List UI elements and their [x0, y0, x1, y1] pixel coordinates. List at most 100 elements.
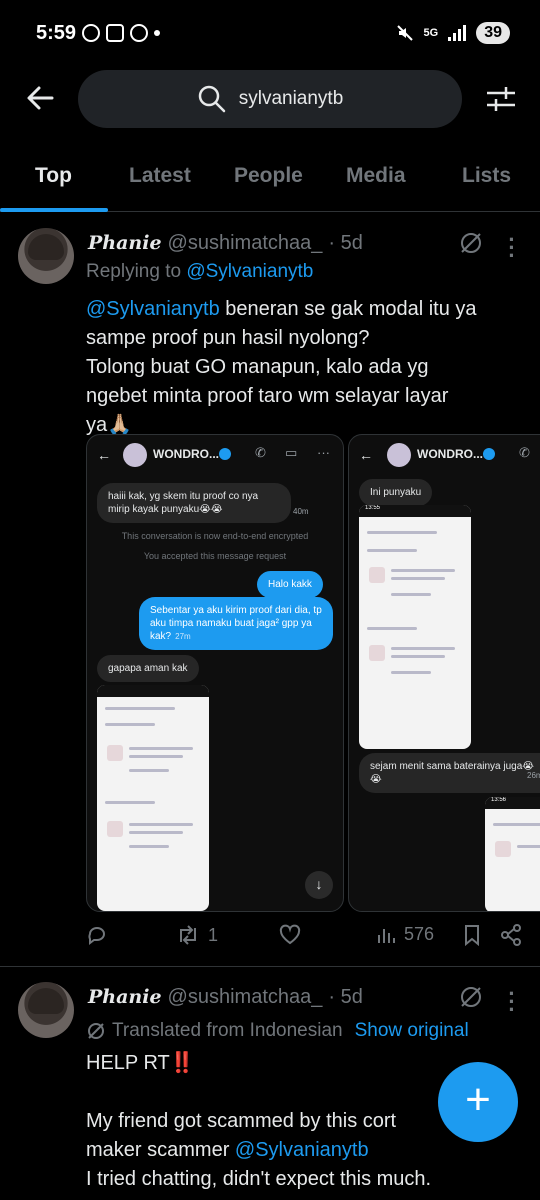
sync-icon	[130, 24, 148, 42]
system-indicators: 5G 39	[396, 22, 510, 44]
embedded-text-line	[391, 569, 455, 572]
tab-people[interactable]: People	[234, 164, 303, 188]
share-icon[interactable]	[500, 924, 522, 946]
embedded-text-line	[129, 769, 169, 772]
tweet-header: Phanie @sushimatchaa_ · 5d	[88, 986, 363, 1009]
embedded-text-line	[129, 747, 193, 750]
back-arrow-icon: ←	[97, 447, 111, 463]
chat-name: WONDRO...	[153, 447, 219, 461]
embedded-product-image	[369, 567, 385, 583]
message-text: Ini punyaku	[370, 487, 422, 498]
media-image-1[interactable]: ← WONDRO... ✆ ▭ ··· haiii kak, yg skem i…	[86, 434, 344, 912]
tab-latest[interactable]: Latest	[129, 164, 191, 188]
display-name[interactable]: Phanie	[88, 986, 162, 1008]
embedded-status-bar: 13:56	[485, 797, 540, 809]
scroll-down-icon: ↓	[305, 871, 333, 899]
avatar[interactable]	[18, 982, 74, 1038]
user-handle[interactable]: @sushimatchaa_	[168, 986, 323, 1009]
message-outgoing: Halo kakk	[257, 571, 323, 598]
avatar	[387, 443, 411, 467]
display-name[interactable]: Phanie	[88, 232, 162, 254]
search-tabs: Top Latest People Media Lists	[0, 150, 540, 212]
embedded-product-image	[107, 821, 123, 837]
more-notifications-dot-icon	[154, 30, 160, 36]
embedded-text-line	[367, 531, 437, 534]
repost-button[interactable]: 1	[176, 924, 218, 946]
message-incoming: gapapa aman kak	[97, 655, 199, 682]
embedded-text-line	[391, 593, 431, 596]
tweet-actions: 1 576	[86, 924, 526, 954]
repost-icon	[180, 925, 196, 945]
tweet-text-line: Tolong buat GO manapun, kalo ada yg	[86, 356, 429, 378]
bookmark-icon[interactable]	[462, 924, 482, 946]
grok-icon[interactable]	[458, 230, 484, 256]
views-count: 576	[404, 924, 435, 944]
tweet-media[interactable]: ← WONDRO... ✆ ▭ ··· haiii kak, yg skem i…	[86, 434, 540, 912]
tweet-time: · 5d	[328, 232, 363, 254]
embedded-product-image	[369, 645, 385, 661]
embedded-text-line	[367, 627, 417, 630]
tweet-time: · 5d	[328, 986, 363, 1008]
reply-icon	[88, 927, 105, 945]
translate-icon	[88, 1023, 104, 1039]
like-button[interactable]	[278, 924, 310, 946]
embedded-text-line	[391, 647, 455, 650]
search-query: sylvanianytb	[238, 88, 344, 109]
filter-settings-icon[interactable]	[484, 82, 518, 116]
embedded-text-line	[367, 549, 417, 552]
video-icon: ▭	[285, 445, 298, 460]
reply-button[interactable]	[86, 924, 116, 946]
message-text: sejam menit sama baterainya juga😭😭	[370, 761, 534, 785]
message-text: gapapa aman kak	[108, 663, 188, 674]
more-options-icon: ···	[317, 445, 330, 460]
avatar[interactable]	[18, 228, 74, 284]
phone-icon: ✆	[519, 445, 530, 460]
search-icon	[198, 85, 225, 113]
media-image-2[interactable]: ← WONDRO... ✆ Ini punyaku 13:55 sejam me…	[348, 434, 540, 912]
embedded-text-line	[129, 845, 169, 848]
search-input[interactable]: sylvanianytb	[78, 70, 462, 128]
message-time: 40m	[293, 507, 309, 516]
message-incoming: sejam menit sama baterainya juga😭😭	[359, 753, 540, 793]
embedded-text-line	[105, 801, 155, 804]
replying-to: Replying to @Sylvanianytb	[86, 261, 313, 283]
embedded-text-line	[391, 655, 445, 658]
tweet-divider	[0, 966, 540, 967]
phone-icon: ✆	[255, 445, 266, 460]
replying-to-link[interactable]: @Sylvanianytb	[186, 261, 313, 282]
whatsapp-icon	[82, 24, 100, 42]
tweet-text-line: My friend got scammed by this cort	[86, 1110, 397, 1132]
more-options-icon[interactable]: · · ·	[504, 229, 520, 267]
translation-bar: Translated from Indonesian Show original	[86, 1020, 469, 1042]
mention-link[interactable]: @Sylvanianytb	[235, 1139, 369, 1161]
embedded-status-bar	[97, 685, 209, 697]
message-time: 26m	[527, 771, 540, 780]
embedded-text-line	[129, 755, 183, 758]
compose-post-button[interactable]: +	[438, 1062, 518, 1142]
tab-media[interactable]: Media	[346, 164, 406, 188]
message-text: haiii kak, yg skem itu proof co nya miri…	[108, 491, 259, 515]
message-incoming: Ini punyaku	[359, 479, 433, 506]
tab-lists[interactable]: Lists	[462, 164, 511, 188]
tab-top[interactable]: Top	[35, 164, 72, 188]
verified-icon	[483, 448, 495, 460]
embedded-text-line	[517, 845, 540, 848]
tweet-text-line: ngebet minta proof taro wm selayar layar	[86, 385, 449, 407]
back-arrow-icon[interactable]	[22, 80, 58, 116]
embedded-text-line	[493, 823, 540, 826]
back-arrow-icon: ←	[359, 447, 373, 463]
grok-icon[interactable]	[458, 984, 484, 1010]
more-options-icon[interactable]: · · ·	[504, 983, 520, 1021]
search-header: sylvanianytb	[0, 68, 540, 130]
chat-name: WONDRO...	[417, 447, 483, 461]
system-message: You accepted this message request	[143, 551, 287, 561]
translated-label: Translated from Indonesian	[112, 1020, 343, 1041]
user-handle[interactable]: @sushimatchaa_	[168, 232, 323, 255]
tweet-text-line: maker scammer	[86, 1139, 235, 1161]
mention-link[interactable]: @Sylvanianytb	[86, 298, 220, 320]
network-label: 5G	[423, 27, 439, 39]
system-message: This conversation is now end-to-end encr…	[121, 531, 309, 541]
views-button[interactable]: 576	[376, 924, 434, 945]
show-original-link[interactable]: Show original	[355, 1020, 469, 1042]
avatar	[123, 443, 147, 467]
